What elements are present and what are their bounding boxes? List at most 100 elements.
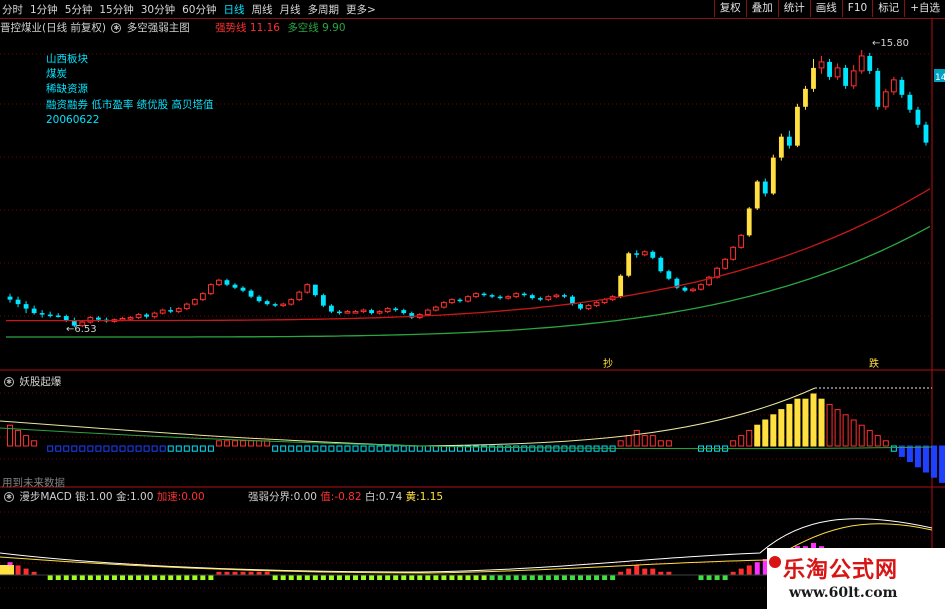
macd-bar — [634, 565, 640, 575]
hist-bar — [649, 435, 656, 447]
hist-bar — [633, 429, 640, 447]
macd-bar — [417, 575, 423, 580]
macd-bar — [304, 575, 310, 580]
macd-bar — [545, 575, 551, 580]
hist-bar — [167, 445, 174, 452]
macd-bar — [63, 575, 69, 580]
candle-body — [465, 296, 471, 302]
hist-bar — [818, 398, 825, 447]
yellow-value: 1.15 — [419, 491, 444, 503]
hist-bar — [151, 445, 158, 452]
macd-bar — [505, 575, 511, 580]
macd-bar — [385, 575, 391, 580]
macd-bar — [706, 575, 712, 580]
candle-body — [690, 288, 696, 292]
hist-bar — [280, 445, 287, 452]
mid-indicator-name[interactable]: 妖股起爆 — [19, 376, 61, 388]
candle-body — [843, 67, 849, 86]
candle-body — [175, 308, 182, 313]
macd-bar — [393, 575, 399, 580]
hist-bar — [810, 393, 817, 447]
hist-bar — [296, 445, 303, 452]
hist-bar — [834, 409, 841, 447]
macd-bar — [200, 575, 206, 580]
hist-bar — [730, 440, 737, 447]
macd-bar — [280, 575, 286, 580]
macd-bar — [136, 575, 142, 580]
blue-value: -0.82 — [334, 491, 362, 503]
hist-bar — [914, 445, 921, 468]
candle-body — [907, 94, 913, 110]
settings-icon[interactable]: ✱ — [4, 492, 14, 502]
macd-bar — [610, 575, 616, 580]
hist-bar — [569, 445, 576, 452]
candle-body — [553, 294, 560, 298]
speedup-value: 0.00 — [181, 491, 205, 503]
macd-bar — [47, 575, 53, 580]
candle-body — [63, 316, 69, 321]
macd-bar — [353, 575, 359, 580]
candle-body — [505, 296, 512, 299]
macd-bar — [79, 575, 85, 580]
macd-bar — [0, 565, 14, 575]
candle-body — [288, 299, 295, 305]
macd-bar — [553, 575, 559, 580]
candle-body — [593, 302, 600, 307]
candle-body — [369, 310, 374, 314]
chart-canvas[interactable]: ←15.80 ←6.53 14 抄 跌 — [0, 0, 945, 609]
candle-body — [240, 287, 246, 291]
hist-bar — [802, 398, 809, 447]
hist-bar — [31, 440, 38, 447]
candle-body — [545, 296, 552, 301]
candle-body — [47, 314, 53, 317]
candle-body — [87, 317, 94, 323]
candle-body — [778, 136, 784, 158]
candle-body — [626, 253, 632, 276]
macd-bar — [586, 575, 592, 580]
candle-body — [497, 296, 503, 299]
macd-bar — [192, 575, 198, 580]
macd-bar — [15, 565, 21, 575]
candle-body — [754, 181, 760, 209]
macd-bar — [594, 575, 600, 580]
macd-bar — [746, 565, 752, 575]
candle-body — [296, 291, 303, 301]
white-label: 白: — [364, 491, 379, 503]
macd-bar — [344, 575, 350, 580]
candle-body — [529, 295, 535, 299]
hist-bar — [360, 445, 367, 452]
watermark-logo: 乐淘公式网 www.60lt.com — [767, 548, 945, 609]
candle-body — [867, 55, 873, 71]
macd-bar — [698, 575, 704, 580]
candle-body — [191, 299, 198, 305]
hist-bar — [199, 445, 206, 452]
hist-bar — [336, 445, 343, 452]
macd-bar — [369, 575, 375, 580]
hist-bar — [95, 445, 102, 452]
hist-bar — [778, 409, 785, 447]
macd-panel-title: ✱ 漫步MACD 银:1.00 金:1.00 加速:0.00 强弱分界:0.00… — [2, 489, 443, 504]
hist-bar — [15, 429, 22, 447]
hist-bar — [312, 445, 319, 452]
macd-bar — [569, 575, 575, 580]
hist-bar — [344, 445, 351, 452]
macd-bar — [642, 568, 648, 575]
hist-bar — [625, 435, 632, 447]
hist-bar — [143, 445, 150, 452]
hist-bar — [850, 419, 857, 447]
macd-bar — [144, 575, 150, 580]
hist-bar — [400, 445, 407, 452]
candle-body — [337, 311, 342, 314]
candle-body — [232, 284, 238, 288]
hist-bar — [786, 403, 793, 447]
settings-icon[interactable]: ✱ — [4, 377, 14, 387]
candle-body — [634, 253, 640, 255]
macd-name[interactable]: 漫步MACD — [19, 491, 71, 503]
candle-body — [449, 299, 455, 304]
hist-bar — [272, 445, 279, 452]
hist-bar — [754, 424, 761, 447]
gold-label: 金: — [115, 491, 130, 503]
candle-body — [183, 303, 190, 310]
candle-body — [882, 91, 889, 108]
macd-bar — [738, 568, 744, 575]
